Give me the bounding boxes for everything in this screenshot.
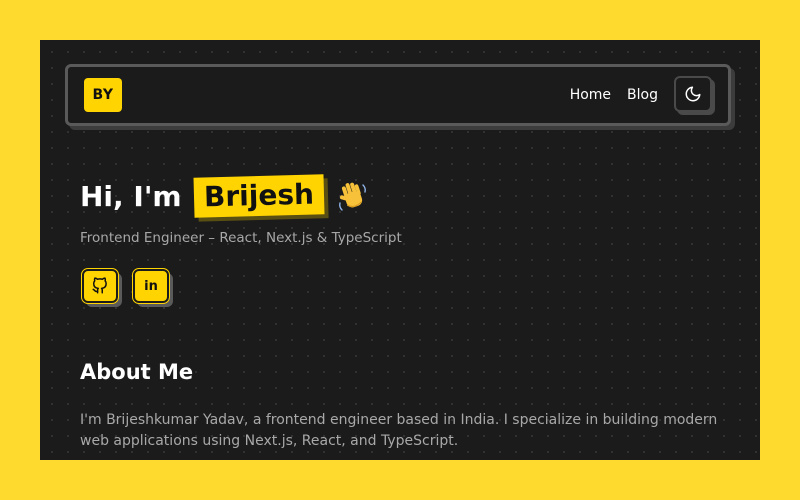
social-links: in bbox=[81, 268, 170, 304]
about-paragraph: I'm Brijeshkumar Yadav, a frontend engin… bbox=[80, 412, 718, 449]
hero-subtitle: Frontend Engineer – React, Next.js & Typ… bbox=[80, 230, 402, 246]
linkedin-icon: in bbox=[144, 278, 158, 294]
navbar: BY Home Blog bbox=[65, 64, 731, 126]
nav-link-home[interactable]: Home bbox=[570, 87, 611, 103]
waving-hand-icon bbox=[338, 182, 366, 211]
nav-link-blog[interactable]: Blog bbox=[627, 87, 658, 103]
nav-links: Home Blog bbox=[570, 67, 658, 123]
about-heading: About Me bbox=[80, 360, 194, 384]
moon-icon bbox=[685, 86, 701, 102]
linkedin-link-button[interactable]: in bbox=[132, 268, 170, 304]
hero-name-highlight: Brijesh bbox=[193, 174, 325, 218]
hero-greeting: Hi, I'm bbox=[80, 179, 182, 213]
theme-toggle-button[interactable] bbox=[674, 76, 712, 112]
page-frame: BY Home Blog Hi, I'm Brijesh Frontend En… bbox=[40, 40, 760, 460]
github-link-button[interactable] bbox=[81, 268, 119, 304]
github-icon bbox=[92, 277, 107, 294]
site-logo[interactable]: BY bbox=[84, 78, 122, 112]
hero-title: Hi, I'm Brijesh bbox=[80, 174, 370, 218]
